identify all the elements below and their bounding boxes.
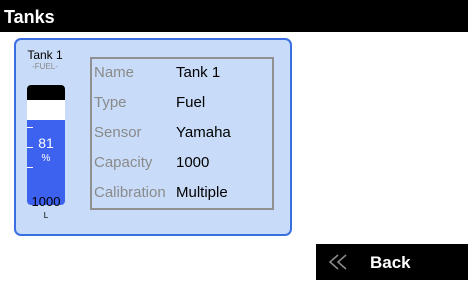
detail-label: Sensor: [94, 124, 142, 141]
detail-label: Capacity: [94, 154, 153, 171]
tank-level-gauge: 81 %: [27, 85, 65, 205]
detail-value: Fuel: [176, 94, 206, 111]
gauge-cap: [27, 85, 65, 100]
tank-card[interactable]: Tank 1 -FUEL- 81 % 1000 L Name Tank 1 Ty…: [14, 38, 292, 236]
detail-value: Multiple: [176, 184, 228, 201]
detail-value: Yamaha: [176, 124, 231, 141]
gauge-tick: [27, 167, 33, 168]
detail-label: Calibration: [94, 184, 166, 201]
detail-value: 1000: [176, 154, 210, 171]
back-button[interactable]: Back: [316, 244, 468, 280]
tank-type-tag: -FUEL-: [32, 62, 58, 71]
tank-name: Tank 1: [27, 48, 63, 62]
tank-level-value: 81: [38, 135, 54, 151]
tank-details-box: Name Tank 1 Type Fuel Sensor Yamaha Capa…: [90, 57, 274, 210]
screen-title: Tanks: [0, 0, 468, 32]
back-label: Back: [370, 253, 411, 272]
tank-capacity-value: 1000: [31, 194, 61, 209]
detail-label: Name: [94, 64, 135, 81]
double-chevron-left-icon: [328, 254, 347, 270]
detail-label: Type: [94, 94, 127, 111]
tank-capacity-unit: L: [43, 211, 49, 220]
gauge-tick: [27, 127, 33, 128]
tank-level-unit: %: [41, 153, 51, 164]
detail-value: Tank 1: [176, 64, 221, 81]
